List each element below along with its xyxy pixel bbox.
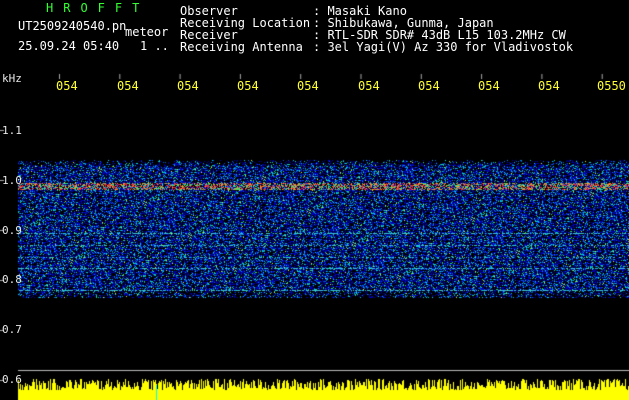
x-tick-label: 054 [297, 79, 319, 93]
spectrogram-canvas [0, 0, 629, 400]
y-tick-label: 0.6 [2, 373, 22, 386]
x-tick-label: 054 [538, 79, 560, 93]
y-tick-label: 0.9 [2, 224, 22, 237]
datetime-label: 25.09.24 05:40 [18, 39, 120, 53]
x-tick-label: 054 [478, 79, 500, 93]
meteor-label: meteor [125, 25, 169, 39]
y-tick-label: 1.0 [2, 174, 22, 187]
x-tick-label: 054 [237, 79, 259, 93]
antenna-label: Receiving Antenna [180, 40, 303, 54]
program-title: HROFFT [46, 1, 150, 15]
y-tick-label: 0.8 [2, 273, 22, 286]
x-tick-label: 054 [117, 79, 139, 93]
x-tick-label: 054 [177, 79, 199, 93]
x-tick-label: 054 [418, 79, 440, 93]
filename-label: UT2509240540.pn [18, 19, 127, 33]
antenna-value: : 3el Yagi(V) Az 330 for Vladivostok [313, 40, 574, 54]
y-tick-label: 0.7 [2, 323, 22, 336]
x-tick-label: 0550 [597, 79, 626, 93]
y-axis-unit: kHz [2, 72, 22, 85]
x-tick-label: 054 [358, 79, 380, 93]
count-label: 1 .. [140, 39, 169, 53]
y-tick-label: 1.1 [2, 124, 22, 137]
x-tick-label: 054 [56, 79, 78, 93]
